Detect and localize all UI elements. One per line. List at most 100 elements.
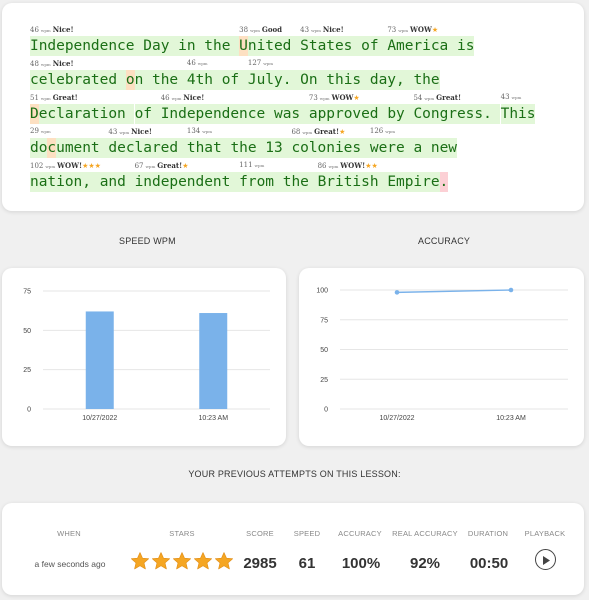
y-tick-label: 0 [324,407,328,414]
rating-star-icon: ★ [182,162,189,170]
y-tick-label: 75 [23,289,31,296]
word-text: colonies [291,138,370,158]
word-text: new [430,138,458,158]
speed-chart-title: SPEED WPM [119,236,176,246]
attempt-accuracy: 100% [341,555,381,572]
word-wpm-value: 68 [291,128,301,136]
word-speed-annotation: 46 wpm Nice! [30,25,74,34]
word-rating-label: Great! [52,93,78,102]
word-speed-annotation: 126 wpm [370,127,397,135]
speed-bar [199,313,228,409]
star-icon [215,552,233,570]
word-wpm-value: 86 [317,162,327,170]
wpm-unit: wpm [424,96,435,101]
playback-button[interactable] [535,549,556,570]
typing-text-panel: 46 wpm Nice! Independence Day in the 38 wpm G… [2,3,584,211]
word-wpm-value: 73 [308,94,318,102]
rating-star-icon: ★★ [365,162,378,170]
word-text: the [413,70,440,90]
word-wpm-value: 43 [300,26,310,34]
wpm-unit: wpm [263,61,274,66]
word-rating-label: Nice! [52,25,74,34]
wpm-unit: wpm [302,130,313,135]
y-tick-label: 25 [23,367,31,374]
word-text: the [282,172,318,192]
star-icon [194,552,212,570]
word-speed-annotation: 38 wpm Good [239,25,282,34]
wpm-unit: wpm [254,163,265,168]
attempt-speed: 61 [298,555,316,572]
header-stars: STARS [169,529,195,538]
word-speed-annotation: 48 wpm Nice! [30,59,74,68]
word-speed-annotation: 102 wpm WOW!★★★ [30,161,101,170]
rating-star-icon: ★ [339,128,346,136]
word-rating-label: Great! [436,93,462,102]
wpm-unit: wpm [145,164,156,169]
wpm-unit: wpm [171,96,182,101]
word-text: by [387,104,414,124]
attempt-real-accuracy: 92% [409,555,441,572]
word-text: Independence [160,104,274,124]
wpm-unit: wpm [328,164,339,169]
word-wpm-value: 102 [30,162,44,170]
word-text: Empire. [387,172,449,192]
word-wpm-value: 43 [108,128,118,136]
word-text: nation, [30,172,100,192]
wpm-unit: wpm [202,129,213,134]
word-speed-annotation: 73 wpm WOW★ [309,93,360,102]
word-text: Declaration [30,104,135,124]
word-rating-label: WOW [410,25,432,34]
word-wpm-value: 46 [30,26,39,34]
word-wpm-value: 127 [247,59,262,67]
wpm-unit: wpm [40,129,51,134]
word-text: 13 [265,138,292,158]
word-text: the [204,36,240,56]
word-text: that [186,138,231,158]
word-rating-label: Nice! [183,93,205,102]
star-icon [152,552,170,570]
word-text: was [274,104,309,124]
word-text: America [387,36,457,56]
attempts-table: WHEN STARS SCORE SPEED ACCURACY REAL ACC… [2,503,584,595]
x-tick-label: 10/27/2022 [82,415,117,422]
word-text: July. [247,70,301,90]
word-text: and [99,172,135,192]
word-speed-annotation: 111 wpm [239,161,266,169]
wpm-unit: wpm [40,96,51,101]
accuracy-chart-title: ACCURACY [418,236,471,246]
word-text: in [178,36,205,56]
play-icon [543,555,550,565]
star-icon [173,552,191,570]
word-speed-annotation: 127 wpm [248,59,275,67]
header-when: WHEN [57,529,81,538]
word-text: 4th [186,70,222,90]
word-text: of [134,104,161,124]
attempt-when: a few seconds ago [34,559,106,569]
word-speed-annotation: 54 wpm Great! [413,93,461,102]
y-tick-label: 100 [316,288,328,295]
word-wpm-value: 46 [160,94,170,102]
header-score: SCORE [246,529,274,538]
word-rating-label: Good [261,25,283,34]
accuracy-chart-card: 0 25 50 75 100 10/27/2022 10:23 AM [299,268,584,446]
word-wpm-value: 126 [369,127,384,135]
accuracy-point [508,287,514,293]
header-playback: PLAYBACK [524,529,566,538]
wpm-unit: wpm [250,28,260,33]
word-speed-annotation: 43 wpm Nice! [108,127,152,136]
word-text: the [230,138,266,158]
word-speed-annotation: 46 wpm Nice! [161,93,205,102]
word-wpm-value: 54 [413,94,423,102]
header-accuracy: ACCURACY [338,529,382,538]
attempt-duration: 00:50 [469,555,509,572]
word-wpm-value: 67 [134,162,144,170]
word-speed-annotation: 86 wpm WOW!★★ [318,161,378,170]
header-real-accuracy: REAL ACCURACY [392,529,458,538]
word-text: this [326,70,370,90]
header-duration: DURATION [467,529,509,538]
y-tick-label: 50 [320,347,328,354]
word-speed-annotation: 51 wpm Great! [30,93,78,102]
word-rating-label: Great! [157,161,183,170]
word-text: from [239,172,283,192]
word-text: of [361,36,388,56]
